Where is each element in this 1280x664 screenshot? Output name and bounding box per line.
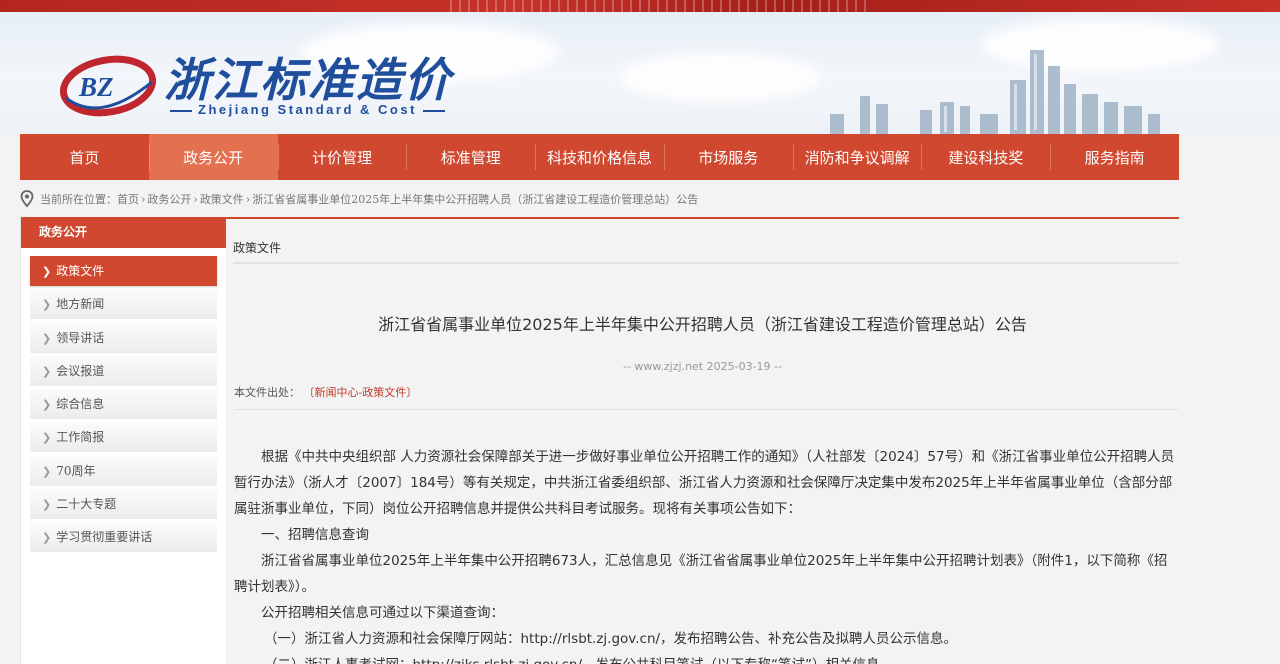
body-paragraph: 浙江省省属事业单位2025年上半年集中公开招聘673人，汇总信息见《浙江省省属事… <box>234 553 1168 595</box>
nav-item-pricing-management[interactable]: 计价管理 <box>277 134 407 180</box>
nav-item-tech-price-info[interactable]: 科技和价格信息 <box>535 134 664 180</box>
location-pin-icon <box>20 190 34 208</box>
sidebar-item-label: 领导讲话 <box>56 330 105 345</box>
article-source: 本文件出处： 〔新闻中心-政策文件〕 <box>234 384 417 400</box>
section-title: 政策文件 <box>233 219 1179 264</box>
breadcrumb-government-affairs[interactable]: 政务公开 <box>147 191 191 207</box>
sidebar-item-work-briefs[interactable]: ❯ 工作简报 <box>30 422 217 453</box>
sidebar-item-label: 地方新闻 <box>56 297 105 312</box>
article-meta: -- www.zjzj.net 2025-03-19 -- <box>623 360 782 373</box>
chevron-right-icon: ❯ <box>42 298 52 312</box>
sidebar-item-label: 学习贯彻重要讲话 <box>56 530 153 545</box>
logo-initials: BZ <box>78 72 114 102</box>
nav-item-government-affairs[interactable]: 政务公开 <box>148 134 278 180</box>
sidebar-item-label: 会议报道 <box>56 363 105 378</box>
article-body: 根据《中共中央组织部 人力资源社会保障部关于进一步做好事业单位公开招聘工作的通知… <box>234 444 1179 664</box>
chevron-right-icon: ❯ <box>42 265 52 278</box>
sidebar-item-study-speeches[interactable]: ❯ 学习贯彻重要讲话 <box>30 522 217 553</box>
city-skyline-image <box>830 50 1160 134</box>
source-link[interactable]: 〔新闻中心-政策文件〕 <box>304 386 418 399</box>
sidebar-item-20th-congress[interactable]: ❯ 二十大专题 <box>30 489 217 520</box>
body-heading: 一、招聘信息查询 <box>261 527 369 543</box>
body-list-item: （一）浙江省人力资源和社会保障厅网站：http://rlsbt.zj.gov.c… <box>264 631 958 647</box>
sidebar-item-meeting-reports[interactable]: ❯ 会议报道 <box>30 355 217 386</box>
bz-logo-icon[interactable]: BZ <box>60 52 158 118</box>
breadcrumb-separator: › <box>141 192 146 206</box>
nav-item-home[interactable]: 首页 <box>20 134 149 180</box>
breadcrumb-separator: › <box>193 192 198 206</box>
breadcrumb-policy-documents[interactable]: 政策文件 <box>200 191 244 207</box>
source-label: 本文件出处： <box>234 386 300 399</box>
breadcrumb-separator: › <box>245 192 251 206</box>
nav-item-standards-management[interactable]: 标准管理 <box>406 134 535 180</box>
sidebar-item-label: 工作简报 <box>56 430 105 445</box>
chevron-right-icon: ❯ <box>42 498 52 512</box>
chevron-right-icon: ❯ <box>42 331 52 345</box>
main-content: 政策文件 浙江省省属事业单位2025年上半年集中公开招聘人员（浙江省建设工程造价… <box>226 217 1179 664</box>
site-banner: BZ 浙江标准造价 Zhejiang Standard & Cost <box>0 12 1280 134</box>
body-list-item: （二）浙江人事考试网：http://zjks.rlsbt.zj.gov.cn/，… <box>234 652 1179 664</box>
nav-item-fire-dispute-mediation[interactable]: 消防和争议调解 <box>792 134 922 180</box>
breadcrumb: 当前所在位置： 首页 › 政务公开 › 政策文件 › 浙江省省属事业单位2025… <box>20 188 698 210</box>
site-title[interactable]: 浙江标准造价 <box>164 44 452 110</box>
banner-cloud <box>620 52 820 102</box>
site-subtitle: Zhejiang Standard & Cost <box>164 102 451 117</box>
chevron-right-icon: ❯ <box>42 398 52 412</box>
sidebar-title: 政务公开 <box>21 217 226 248</box>
chevron-right-icon: ❯ <box>42 531 52 545</box>
chevron-right-icon: ❯ <box>42 431 52 445</box>
body-paragraph: 公开招聘相关信息可通过以下渠道查询： <box>261 605 504 621</box>
sidebar-item-leader-speeches[interactable]: ❯ 领导讲话 <box>30 322 217 353</box>
chevron-right-icon: ❯ <box>42 464 52 478</box>
sidebar: 政务公开 ❯ 政策文件 ❯ 地方新闻 ❯ 领导讲话 ❯ 会议报道 ❯ 综合信息 ❯ 工作简报… <box>20 217 226 664</box>
top-decor-strip <box>0 0 1280 12</box>
top-strip-pattern <box>450 0 870 12</box>
sidebar-item-label: 政策文件 <box>56 264 105 278</box>
sidebar-item-local-news[interactable]: ❯ 地方新闻 <box>30 289 217 320</box>
divider <box>234 409 1178 410</box>
nav-item-construction-tech-award[interactable]: 建设科技奖 <box>921 134 1050 180</box>
nav-item-market-services[interactable]: 市场服务 <box>663 134 793 180</box>
nav-item-service-guide[interactable]: 服务指南 <box>1050 134 1179 180</box>
sidebar-list: ❯ 政策文件 ❯ 地方新闻 ❯ 领导讲话 ❯ 会议报道 ❯ 综合信息 ❯ 工作简报 ❯ 70周… <box>21 248 226 553</box>
sidebar-item-70th-anniversary[interactable]: ❯ 70周年 <box>30 455 217 486</box>
sidebar-item-label: 综合信息 <box>56 397 105 412</box>
main-nav: 首页 政务公开 计价管理 标准管理 科技和价格信息 市场服务 消防和争议调解 建… <box>20 134 1179 180</box>
chevron-right-icon: ❯ <box>42 364 52 378</box>
body-paragraph: 根据《中共中央组织部 人力资源社会保障部关于进一步做好事业单位公开招聘工作的通知… <box>234 449 1175 517</box>
article-title: 浙江省省属事业单位2025年上半年集中公开招聘人员（浙江省建设工程造价管理总站）… <box>378 315 1027 334</box>
sidebar-item-label: 70周年 <box>56 463 96 478</box>
sidebar-item-general-info[interactable]: ❯ 综合信息 <box>30 389 217 420</box>
breadcrumb-home[interactable]: 首页 <box>117 191 139 207</box>
breadcrumb-current: 浙江省省属事业单位2025年上半年集中公开招聘人员（浙江省建设工程造价管理总站）… <box>252 193 699 206</box>
sidebar-item-policy-documents[interactable]: ❯ 政策文件 <box>30 256 217 286</box>
breadcrumb-prefix: 当前所在位置： <box>40 193 117 206</box>
sidebar-item-label: 二十大专题 <box>56 497 117 512</box>
